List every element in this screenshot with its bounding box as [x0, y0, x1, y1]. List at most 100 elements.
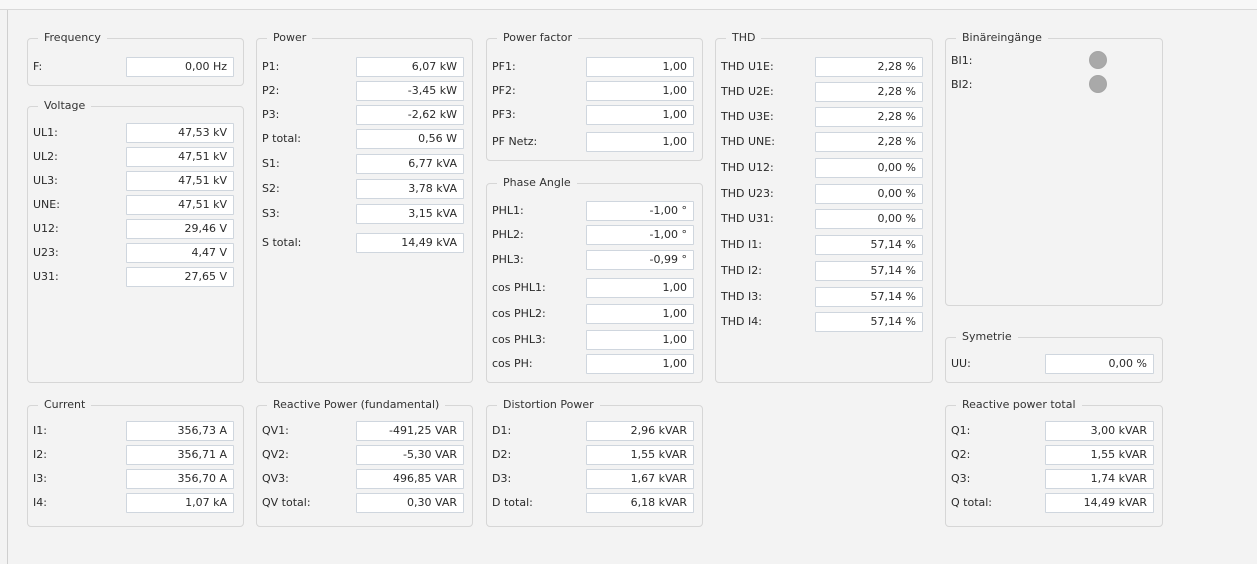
- value-field: 1,00: [586, 354, 694, 374]
- value-field: 6,07 kW: [356, 57, 464, 77]
- binary-inputs-group: Binäreingänge BI1: BI2:: [945, 31, 1163, 306]
- row-label: PF2:: [492, 84, 516, 97]
- reactive-power-total-group: Reactive power total Q1: 3,00 kVAR Q2: 1,5…: [945, 398, 1163, 527]
- value-field: -491,25 VAR: [356, 421, 464, 441]
- row-label: S3:: [262, 207, 280, 220]
- value-field: 0,00 Hz: [126, 57, 234, 77]
- row-label: S total:: [262, 236, 302, 249]
- value-field: 1,67 kVAR: [586, 469, 694, 489]
- value-field: 356,70 A: [126, 469, 234, 489]
- value-field: 47,51 kV: [126, 147, 234, 167]
- value-field: 1,00: [586, 105, 694, 125]
- value-field: 14,49 kVA: [356, 233, 464, 253]
- value-field: 356,73 A: [126, 421, 234, 441]
- row-label: I1:: [33, 424, 47, 437]
- row-label: UNE:: [33, 198, 60, 211]
- row-label: BI1:: [951, 54, 973, 67]
- value-field: 1,55 kVAR: [586, 445, 694, 465]
- value-field: 57,14 %: [815, 235, 923, 255]
- value-field: 6,77 kVA: [356, 154, 464, 174]
- row-label: Q3:: [951, 472, 971, 485]
- value-field: 1,07 kA: [126, 493, 234, 513]
- status-indicator-icon: [1089, 51, 1107, 69]
- group-title: Reactive power total: [956, 398, 1082, 412]
- value-field: 47,51 kV: [126, 171, 234, 191]
- value-field: 1,55 kVAR: [1045, 445, 1154, 465]
- value-field: 0,30 VAR: [356, 493, 464, 513]
- row-label: THD I2:: [721, 264, 762, 277]
- row-label: Q total:: [951, 496, 993, 509]
- power-group: Power P1: 6,07 kW P2: -3,45 kW P3: -2,62 kW…: [256, 31, 473, 383]
- value-field: 2,28 %: [815, 82, 923, 102]
- value-field: 3,00 kVAR: [1045, 421, 1154, 441]
- value-field: 1,74 kVAR: [1045, 469, 1154, 489]
- group-title: Voltage: [38, 99, 92, 113]
- row-label: U23:: [33, 246, 59, 259]
- status-indicator-icon: [1089, 75, 1107, 93]
- row-label: THD U23:: [721, 187, 774, 200]
- group-title: Reactive Power (fundamental): [267, 398, 446, 412]
- value-field: 0,00 %: [815, 184, 923, 204]
- value-field: 0,00 %: [815, 209, 923, 229]
- value-field: -0,99 °: [586, 250, 694, 270]
- group-title: Symetrie: [956, 330, 1018, 344]
- value-field: 1,00: [586, 304, 694, 324]
- value-field: 2,28 %: [815, 132, 923, 152]
- row-label: I3:: [33, 472, 47, 485]
- row-label: PHL1:: [492, 204, 524, 217]
- row-label: QV1:: [262, 424, 289, 437]
- group-title: THD: [726, 31, 762, 45]
- row-label: D2:: [492, 448, 512, 461]
- row-label: THD I1:: [721, 238, 762, 251]
- value-field: 57,14 %: [815, 287, 923, 307]
- row-label: PF1:: [492, 60, 516, 73]
- value-field: -1,00 °: [586, 225, 694, 245]
- row-label: UU:: [951, 357, 971, 370]
- value-field: 1,00: [586, 57, 694, 77]
- row-label: Q1:: [951, 424, 971, 437]
- value-field: 2,28 %: [815, 107, 923, 127]
- distortion-power-group: Distortion Power D1: 2,96 kVAR D2: 1,55 kV…: [486, 398, 703, 527]
- row-label: P2:: [262, 84, 280, 97]
- value-field: 47,51 kV: [126, 195, 234, 215]
- reactive-fundamental-group: Reactive Power (fundamental) QV1: -491,25…: [256, 398, 473, 527]
- row-label: P total:: [262, 132, 301, 145]
- row-label: cos PHL2:: [492, 307, 546, 320]
- row-label: Q2:: [951, 448, 971, 461]
- row-label: BI2:: [951, 78, 973, 91]
- value-field: 57,14 %: [815, 312, 923, 332]
- symmetry-group: Symetrie UU: 0,00 %: [945, 330, 1163, 383]
- row-label: THD I4:: [721, 315, 762, 328]
- power-factor-group: Power factor PF1: 1,00 PF2: 1,00 PF3: 1,00 …: [486, 31, 703, 161]
- value-field: 0,00 %: [1045, 354, 1154, 374]
- value-field: 0,56 W: [356, 129, 464, 149]
- row-label: I2:: [33, 448, 47, 461]
- phase-angle-group: Phase Angle PHL1: -1,00 ° PHL2: -1,00 ° PH…: [486, 176, 703, 383]
- row-label: S1:: [262, 157, 280, 170]
- current-group: Current I1: 356,73 A I2: 356,71 A I3: 356,7…: [27, 398, 244, 527]
- row-label: PHL3:: [492, 253, 524, 266]
- row-label: PF Netz:: [492, 135, 538, 148]
- row-label: THD I3:: [721, 290, 762, 303]
- group-title: Current: [38, 398, 92, 412]
- row-label: D3:: [492, 472, 512, 485]
- value-field: 1,00: [586, 81, 694, 101]
- value-field: 6,18 kVAR: [586, 493, 694, 513]
- group-title: Frequency: [38, 31, 107, 45]
- group-title: Binäreingänge: [956, 31, 1048, 45]
- row-label: P3:: [262, 108, 280, 121]
- value-field: 1,00: [586, 330, 694, 350]
- value-field: 29,46 V: [126, 219, 234, 239]
- value-field: 0,00 %: [815, 158, 923, 178]
- row-label: D1:: [492, 424, 512, 437]
- row-label: U12:: [33, 222, 59, 235]
- row-label: THD U3E:: [721, 110, 774, 123]
- row-label: D total:: [492, 496, 533, 509]
- value-field: 3,15 kVA: [356, 204, 464, 224]
- row-label: UL1:: [33, 126, 58, 139]
- thd-group: THD THD U1E: 2,28 % THD U2E: 2,28 % THD U3…: [715, 31, 933, 383]
- group-title: Power factor: [497, 31, 578, 45]
- row-label: P1:: [262, 60, 280, 73]
- row-label: PHL2:: [492, 228, 524, 241]
- row-label: U31:: [33, 270, 59, 283]
